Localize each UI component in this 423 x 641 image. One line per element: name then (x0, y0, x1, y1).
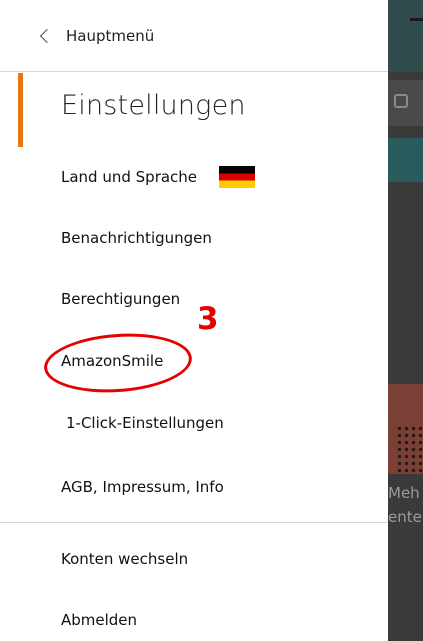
menu-item-label: Abmelden (61, 611, 138, 629)
background-dot-pattern (396, 425, 422, 475)
section-accent-bar (18, 73, 23, 147)
chevron-left-icon (39, 28, 55, 44)
german-flag-icon (219, 166, 256, 188)
back-label: Hauptmenü (66, 27, 155, 45)
menu-item-label: 1-Click-Einstellungen (66, 414, 224, 432)
menu-item-land-und-sprache[interactable]: Land und Sprache (61, 162, 256, 192)
section-title: Einstellungen (61, 90, 246, 121)
menu-item-label: Benachrichtigungen (61, 229, 212, 247)
background-location-bar (388, 138, 423, 182)
menu-item-label: Berechtigungen (61, 290, 181, 308)
menu-item-label: AGB, Impressum, Info (61, 478, 224, 496)
divider-top (0, 71, 388, 72)
menu-item-label: Land und Sprache (61, 168, 198, 186)
menu-item-1-click-einstellungen[interactable]: 1-Click-Einstellungen (66, 408, 224, 438)
back-to-main-menu-button[interactable]: Hauptmenü (38, 22, 154, 50)
screen: Meh ente Hauptmenü Einstellungen Land un… (0, 0, 423, 641)
settings-drawer: Hauptmenü Einstellungen Land und Sprache… (0, 0, 388, 641)
menu-item-berechtigungen[interactable]: Berechtigungen (61, 284, 180, 314)
background-text-line-1: Meh (388, 484, 420, 502)
annotation-step-number: 3 (197, 301, 219, 337)
menu-item-benachrichtigungen[interactable]: Benachrichtigungen (61, 223, 212, 253)
menu-item-label: Konten wechseln (61, 550, 189, 568)
background-header (388, 0, 423, 72)
camera-scan-icon (394, 94, 408, 108)
background-header-glyph (410, 18, 423, 21)
menu-item-agb-impressum-info[interactable]: AGB, Impressum, Info (61, 472, 224, 502)
menu-item-konten-wechseln[interactable]: Konten wechseln (61, 544, 188, 574)
background-text-line-2: ente (388, 508, 422, 526)
background-app[interactable]: Meh ente (388, 0, 423, 641)
menu-item-abmelden[interactable]: Abmelden (61, 605, 137, 635)
divider-account (0, 522, 388, 523)
annotation-highlight-circle (42, 328, 194, 398)
